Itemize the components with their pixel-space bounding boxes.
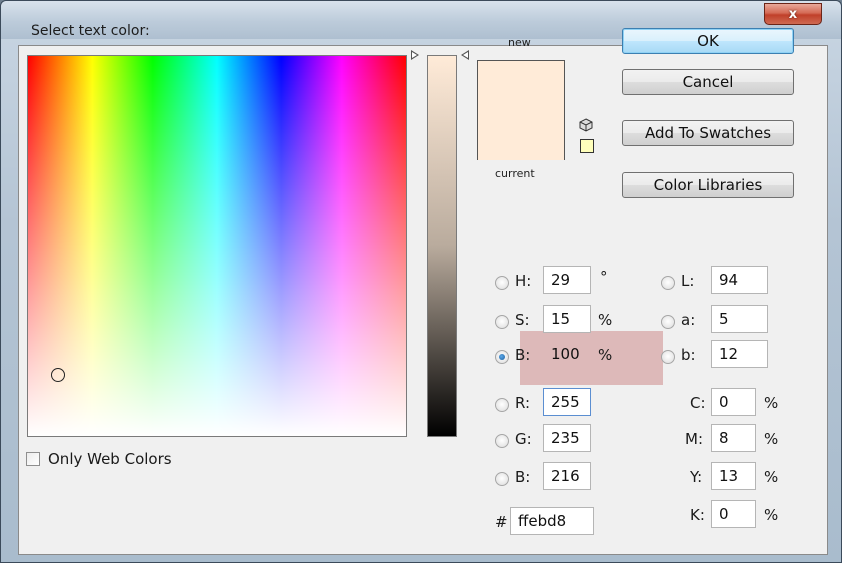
hue-label: H: (515, 272, 532, 290)
red-label: R: (515, 394, 531, 412)
brightness-slider[interactable] (427, 55, 457, 437)
color-libraries-button[interactable]: Color Libraries (622, 172, 794, 198)
red-input[interactable]: 255 (543, 388, 591, 416)
cancel-button[interactable]: Cancel (622, 69, 794, 95)
slider-right-arrow-icon[interactable] (461, 50, 469, 60)
radio-green[interactable] (495, 434, 509, 448)
magenta-input[interactable]: 8 (711, 424, 756, 452)
saturation-input[interactable]: 15 (543, 305, 591, 333)
yellow-label: Y: (690, 468, 703, 486)
radio-blue[interactable] (495, 472, 509, 486)
brightness-label: B: (515, 346, 531, 364)
only-web-colors-label[interactable]: Only Web Colors (48, 450, 172, 468)
lightness-input[interactable]: 94 (711, 266, 768, 294)
magenta-label: M: (685, 430, 703, 448)
lab-b-input[interactable]: 12 (711, 340, 768, 368)
blue-input[interactable]: 216 (543, 462, 591, 490)
lab-b-label: b: (681, 346, 696, 364)
cube-icon[interactable] (579, 118, 593, 132)
lightness-label: L: (681, 272, 695, 290)
current-color-swatch[interactable] (478, 111, 564, 160)
black-unit: % (764, 506, 779, 524)
cyan-label: C: (690, 394, 706, 412)
lab-a-input[interactable]: 5 (711, 305, 768, 333)
color-swatch (477, 60, 565, 160)
radio-lab-b[interactable] (661, 350, 675, 364)
slider-left-arrow-icon[interactable] (411, 50, 419, 60)
radio-lightness[interactable] (661, 276, 675, 290)
black-input[interactable]: 0 (711, 500, 756, 528)
cyan-input[interactable]: 0 (711, 388, 756, 416)
saturation-unit: % (598, 311, 613, 329)
black-label: K: (690, 506, 705, 524)
brightness-input[interactable]: 100 (543, 340, 591, 368)
brightness-row-highlight (520, 331, 663, 385)
radio-hue[interactable] (495, 276, 509, 290)
yellow-unit: % (764, 468, 779, 486)
swatch-current-label: current (495, 167, 535, 180)
new-color-swatch (478, 61, 564, 111)
hex-label: # (495, 513, 508, 531)
hex-input[interactable]: ffebd8 (510, 507, 594, 535)
close-icon: x (788, 6, 798, 22)
swatch-new-label: new (508, 36, 531, 49)
radio-brightness[interactable] (495, 350, 509, 364)
green-label: G: (515, 430, 532, 448)
hue-unit: ° (600, 268, 608, 286)
radio-lab-a[interactable] (661, 315, 675, 329)
color-field-cursor-icon[interactable] (51, 368, 65, 382)
lab-a-label: a: (681, 311, 696, 329)
add-to-swatches-button[interactable]: Add To Swatches (622, 120, 794, 146)
cyan-unit: % (764, 394, 779, 412)
radio-saturation[interactable] (495, 315, 509, 329)
color-field[interactable] (27, 55, 407, 437)
gamut-swatch-icon[interactable] (580, 139, 594, 153)
magenta-unit: % (764, 430, 779, 448)
close-button[interactable]: x (764, 3, 822, 25)
ok-button[interactable]: OK (622, 28, 794, 54)
saturation-label: S: (515, 311, 530, 329)
dialog-title: Select text color: (31, 23, 150, 39)
green-input[interactable]: 235 (543, 424, 591, 452)
blue-label: B: (515, 468, 531, 486)
only-web-colors-checkbox[interactable] (26, 452, 40, 466)
radio-red[interactable] (495, 398, 509, 412)
hue-input[interactable]: 29 (543, 266, 591, 294)
brightness-unit: % (598, 346, 613, 364)
yellow-input[interactable]: 13 (711, 462, 756, 490)
